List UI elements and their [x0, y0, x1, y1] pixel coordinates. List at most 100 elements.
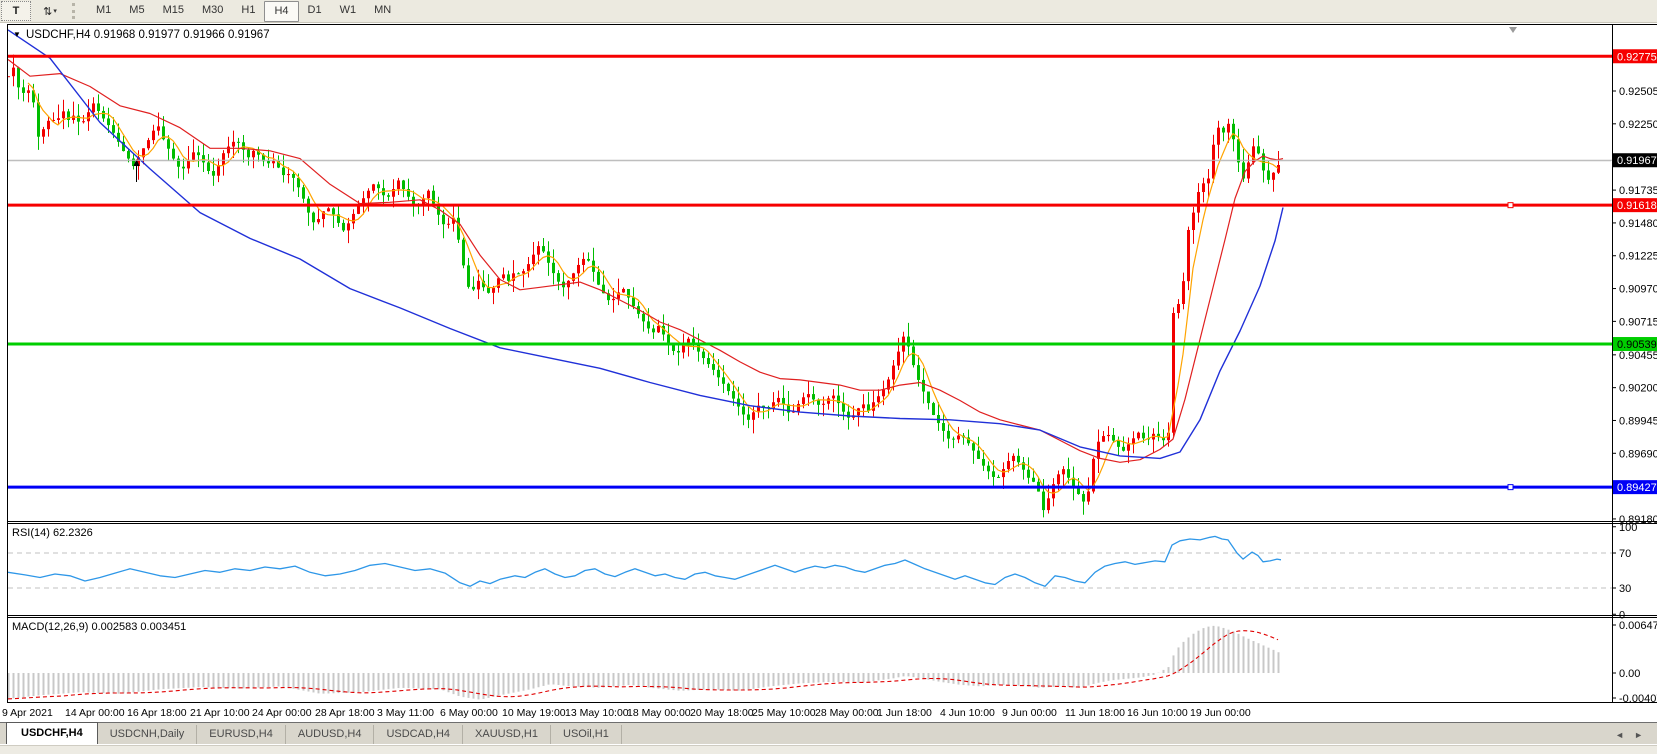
hline-handle[interactable] — [1508, 485, 1513, 490]
candle-body — [732, 391, 735, 399]
candle-body — [1197, 192, 1200, 213]
candle-body — [842, 403, 845, 412]
candle-body — [207, 162, 210, 171]
candle-body — [972, 443, 975, 450]
chart-tab-audusd-h4[interactable]: AUDUSD,H4 — [286, 725, 375, 744]
price-tick-label: 0.90200 — [1619, 383, 1657, 395]
candle-body — [317, 219, 320, 222]
candle-body — [1107, 435, 1110, 436]
mt4-window: T ⇅ ▾ M1M5M15M30H1H4D1W1MN ▼USDCHF,H4 0.… — [0, 0, 1657, 754]
candle-body — [1277, 165, 1280, 173]
candle-body — [227, 147, 230, 154]
price-badge-label: 0.91967 — [1617, 155, 1657, 167]
macd-scale-label: 0.006477 — [1619, 620, 1657, 632]
candle-body — [862, 404, 865, 408]
price-tick-label: 0.91480 — [1619, 218, 1657, 230]
symbol-dropdown-icon: ▼ — [13, 30, 21, 39]
candle-body — [197, 152, 200, 155]
chart-tab-usdchf-h4[interactable]: USDCHF,H4 — [6, 722, 98, 744]
candle-body — [682, 345, 685, 352]
candle-body — [1267, 170, 1270, 179]
candle-body — [387, 195, 390, 197]
time-axis-label: 3 May 11:00 — [377, 707, 434, 719]
candle-body — [1117, 441, 1120, 447]
candle-body — [112, 125, 115, 133]
candle-body — [807, 394, 810, 397]
candle-body — [237, 142, 240, 143]
candle-body — [707, 358, 710, 364]
chart-tab-usdcad-h4[interactable]: USDCAD,H4 — [374, 725, 463, 744]
symbol-ohlc-title: USDCHF,H4 0.91968 0.91977 0.91966 0.9196… — [26, 29, 270, 41]
candle-body — [247, 150, 250, 158]
time-axis-label: 19 Jun 00:00 — [1190, 707, 1251, 719]
candle-body — [47, 121, 50, 129]
candle-body — [182, 167, 185, 169]
chart-tab-usoil-h1[interactable]: USOil,H1 — [551, 725, 622, 744]
time-axis-label: 16 Jun 10:00 — [1127, 707, 1188, 719]
candle-body — [22, 87, 25, 93]
candle-body — [27, 90, 30, 93]
candle-body — [327, 208, 330, 211]
candle-body — [217, 165, 220, 176]
candle-body — [302, 187, 305, 198]
candle-body — [657, 326, 660, 332]
candle-body — [832, 396, 835, 399]
candle-body — [267, 161, 270, 163]
candle-body — [1042, 492, 1045, 511]
candle-body — [582, 259, 585, 265]
candle-body — [502, 274, 505, 278]
candle-body — [1272, 173, 1275, 180]
candle-body — [1062, 469, 1065, 474]
candle-body — [232, 142, 235, 147]
candle-body — [17, 68, 20, 88]
candle-body — [347, 223, 350, 230]
candle-body — [37, 102, 40, 136]
candle-body — [917, 365, 920, 380]
price-tick-label: 0.89690 — [1619, 448, 1657, 460]
price-tick-label: 0.90715 — [1619, 316, 1657, 328]
candle-body — [632, 298, 635, 307]
chart-tab-usdcnh-daily[interactable]: USDCNH,Daily — [98, 725, 198, 744]
candle-body — [912, 346, 915, 365]
candle-body — [897, 352, 900, 366]
candle-body — [1082, 494, 1085, 502]
candle-body — [847, 412, 850, 418]
candle-body — [982, 459, 985, 466]
candle-body — [827, 398, 830, 403]
candle-body — [127, 151, 130, 159]
candle-body — [1247, 162, 1250, 178]
candle-body — [942, 423, 945, 431]
tab-scroll-left-icon[interactable]: ◄ — [1615, 730, 1624, 740]
candle-body — [977, 451, 980, 459]
candle-body — [172, 149, 175, 159]
candle-body — [702, 352, 705, 358]
candle-body — [992, 471, 995, 477]
candle-body — [777, 398, 780, 402]
candle-body — [1257, 146, 1260, 153]
chart-canvas[interactable]: ▼ USDCHF,H4 0.91968 0.91977 0.91966 0.919… — [0, 0, 1657, 754]
candle-body — [442, 215, 445, 224]
candle-body — [167, 139, 170, 148]
time-axis-label: 9 Apr 2021 — [2, 707, 53, 719]
chart-tab-eurusd-h4[interactable]: EURUSD,H4 — [197, 725, 286, 744]
time-axis-label: 4 Jun 10:00 — [940, 707, 995, 719]
chart-tab-xauusd-h1[interactable]: XAUUSD,H1 — [463, 725, 551, 744]
candle-body — [342, 223, 345, 231]
time-axis-label: 9 Jun 00:00 — [1002, 707, 1057, 719]
candle-body — [107, 118, 110, 125]
candle-body — [12, 68, 15, 77]
tab-scroll-right-icon[interactable]: ► — [1634, 730, 1643, 740]
candle-body — [1087, 491, 1090, 501]
candle-body — [577, 265, 580, 273]
price-badge-label: 0.89427 — [1617, 482, 1657, 494]
price-tick-label: 0.92505 — [1619, 86, 1657, 98]
rsi-level-label: 100 — [1619, 522, 1637, 534]
price-tick-label: 0.91225 — [1619, 251, 1657, 263]
candle-body — [1192, 213, 1195, 230]
candle-body — [62, 111, 65, 118]
candle-body — [152, 131, 155, 140]
candle-body — [922, 380, 925, 392]
candle-body — [642, 314, 645, 322]
hline-handle[interactable] — [1508, 203, 1513, 208]
candle-body — [752, 412, 755, 420]
